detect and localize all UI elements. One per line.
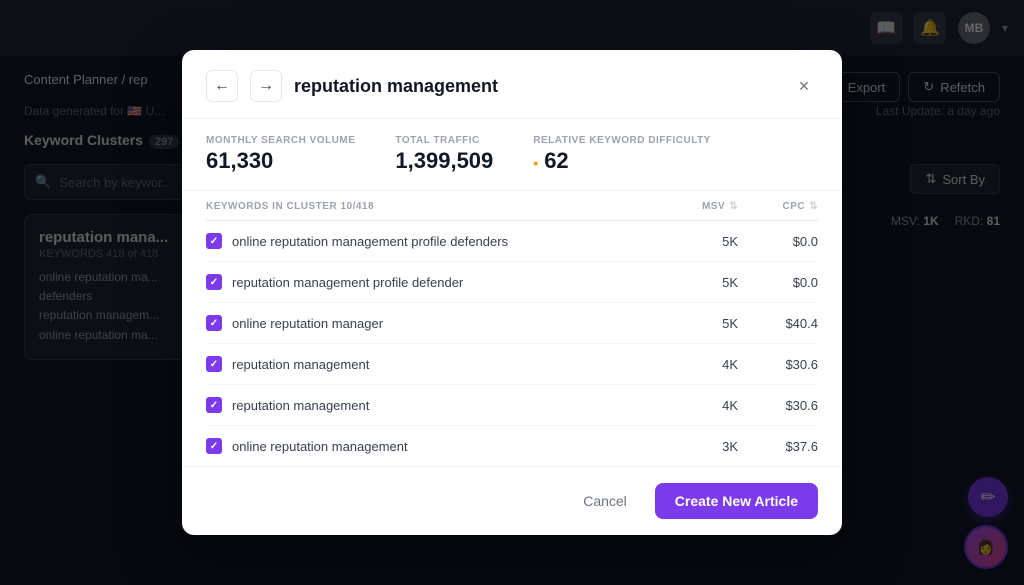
cpc-sort-icon: ⇅ (809, 201, 818, 212)
cpc-val-0: $0.0 (738, 234, 818, 249)
msv-val-0: 5K (658, 234, 738, 249)
keyword-text-4: reputation management (232, 398, 369, 413)
keyword-checkbox-3[interactable] (206, 356, 222, 372)
stat-keyword-difficulty: RELATIVE KEYWORD DIFFICULTY 62 (533, 135, 711, 174)
table-row: reputation management 4K $30.6 (206, 385, 818, 426)
keyword-text-5: online reputation management (232, 439, 408, 454)
col-keyword-header: KEYWORDS IN CLUSTER 10/418 (206, 201, 658, 212)
keyword-cell: online reputation management profile def… (206, 233, 658, 249)
modal-overlay: ← → reputation management × MONTHLY SEAR… (0, 0, 1024, 585)
keyword-cell: online reputation manager (206, 315, 658, 331)
msv-val-2: 5K (658, 316, 738, 331)
modal-close-button[interactable]: × (790, 72, 818, 100)
msv-val-4: 4K (658, 398, 738, 413)
create-new-article-button[interactable]: Create New Article (655, 483, 818, 519)
cpc-val-3: $30.6 (738, 357, 818, 372)
modal-stats-row: MONTHLY SEARCH VOLUME 61,330 TOTAL TRAFF… (182, 119, 842, 191)
cancel-button[interactable]: Cancel (567, 483, 643, 519)
table-row: reputation management profile defender 5… (206, 262, 818, 303)
keyword-checkbox-5[interactable] (206, 438, 222, 454)
keyword-text-1: reputation management profile defender (232, 275, 463, 290)
cpc-val-1: $0.0 (738, 275, 818, 290)
col-cpc-header[interactable]: CPC ⇅ (738, 201, 818, 212)
nav-back-button[interactable]: ← (206, 70, 238, 102)
modal: ← → reputation management × MONTHLY SEAR… (182, 50, 842, 535)
keyword-text-0: online reputation management profile def… (232, 234, 508, 249)
keyword-checkbox-0[interactable] (206, 233, 222, 249)
cpc-val-5: $37.6 (738, 439, 818, 454)
nav-forward-button[interactable]: → (250, 70, 282, 102)
modal-footer: Cancel Create New Article (182, 466, 842, 535)
cpc-val-4: $30.6 (738, 398, 818, 413)
table-row: online reputation management 3K $37.6 (206, 426, 818, 466)
table-header: KEYWORDS IN CLUSTER 10/418 MSV ⇅ CPC ⇅ (206, 191, 818, 221)
keyword-text-3: reputation management (232, 357, 369, 372)
msv-val-5: 3K (658, 439, 738, 454)
cpc-val-2: $40.4 (738, 316, 818, 331)
keyword-cell: reputation management (206, 356, 658, 372)
stat-total-traffic: TOTAL TRAFFIC 1,399,509 (395, 135, 493, 174)
keyword-cell: reputation management profile defender (206, 274, 658, 290)
msv-val-1: 5K (658, 275, 738, 290)
msv-val-3: 4K (658, 357, 738, 372)
keyword-checkbox-1[interactable] (206, 274, 222, 290)
keyword-checkbox-4[interactable] (206, 397, 222, 413)
col-msv-header[interactable]: MSV ⇅ (658, 201, 738, 212)
keyword-cell: online reputation management (206, 438, 658, 454)
keyword-cell: reputation management (206, 397, 658, 413)
modal-title: reputation management (294, 76, 778, 97)
table-row: online reputation management profile def… (206, 221, 818, 262)
keyword-text-2: online reputation manager (232, 316, 383, 331)
table-row: online reputation manager 5K $40.4 (206, 303, 818, 344)
stat-monthly-search-volume: MONTHLY SEARCH VOLUME 61,330 (206, 135, 355, 174)
msv-sort-icon: ⇅ (729, 201, 738, 212)
keyword-checkbox-2[interactable] (206, 315, 222, 331)
table-row: reputation management 4K $30.6 (206, 344, 818, 385)
modal-header: ← → reputation management × (182, 50, 842, 119)
keywords-table-container[interactable]: KEYWORDS IN CLUSTER 10/418 MSV ⇅ CPC ⇅ o… (182, 191, 842, 466)
